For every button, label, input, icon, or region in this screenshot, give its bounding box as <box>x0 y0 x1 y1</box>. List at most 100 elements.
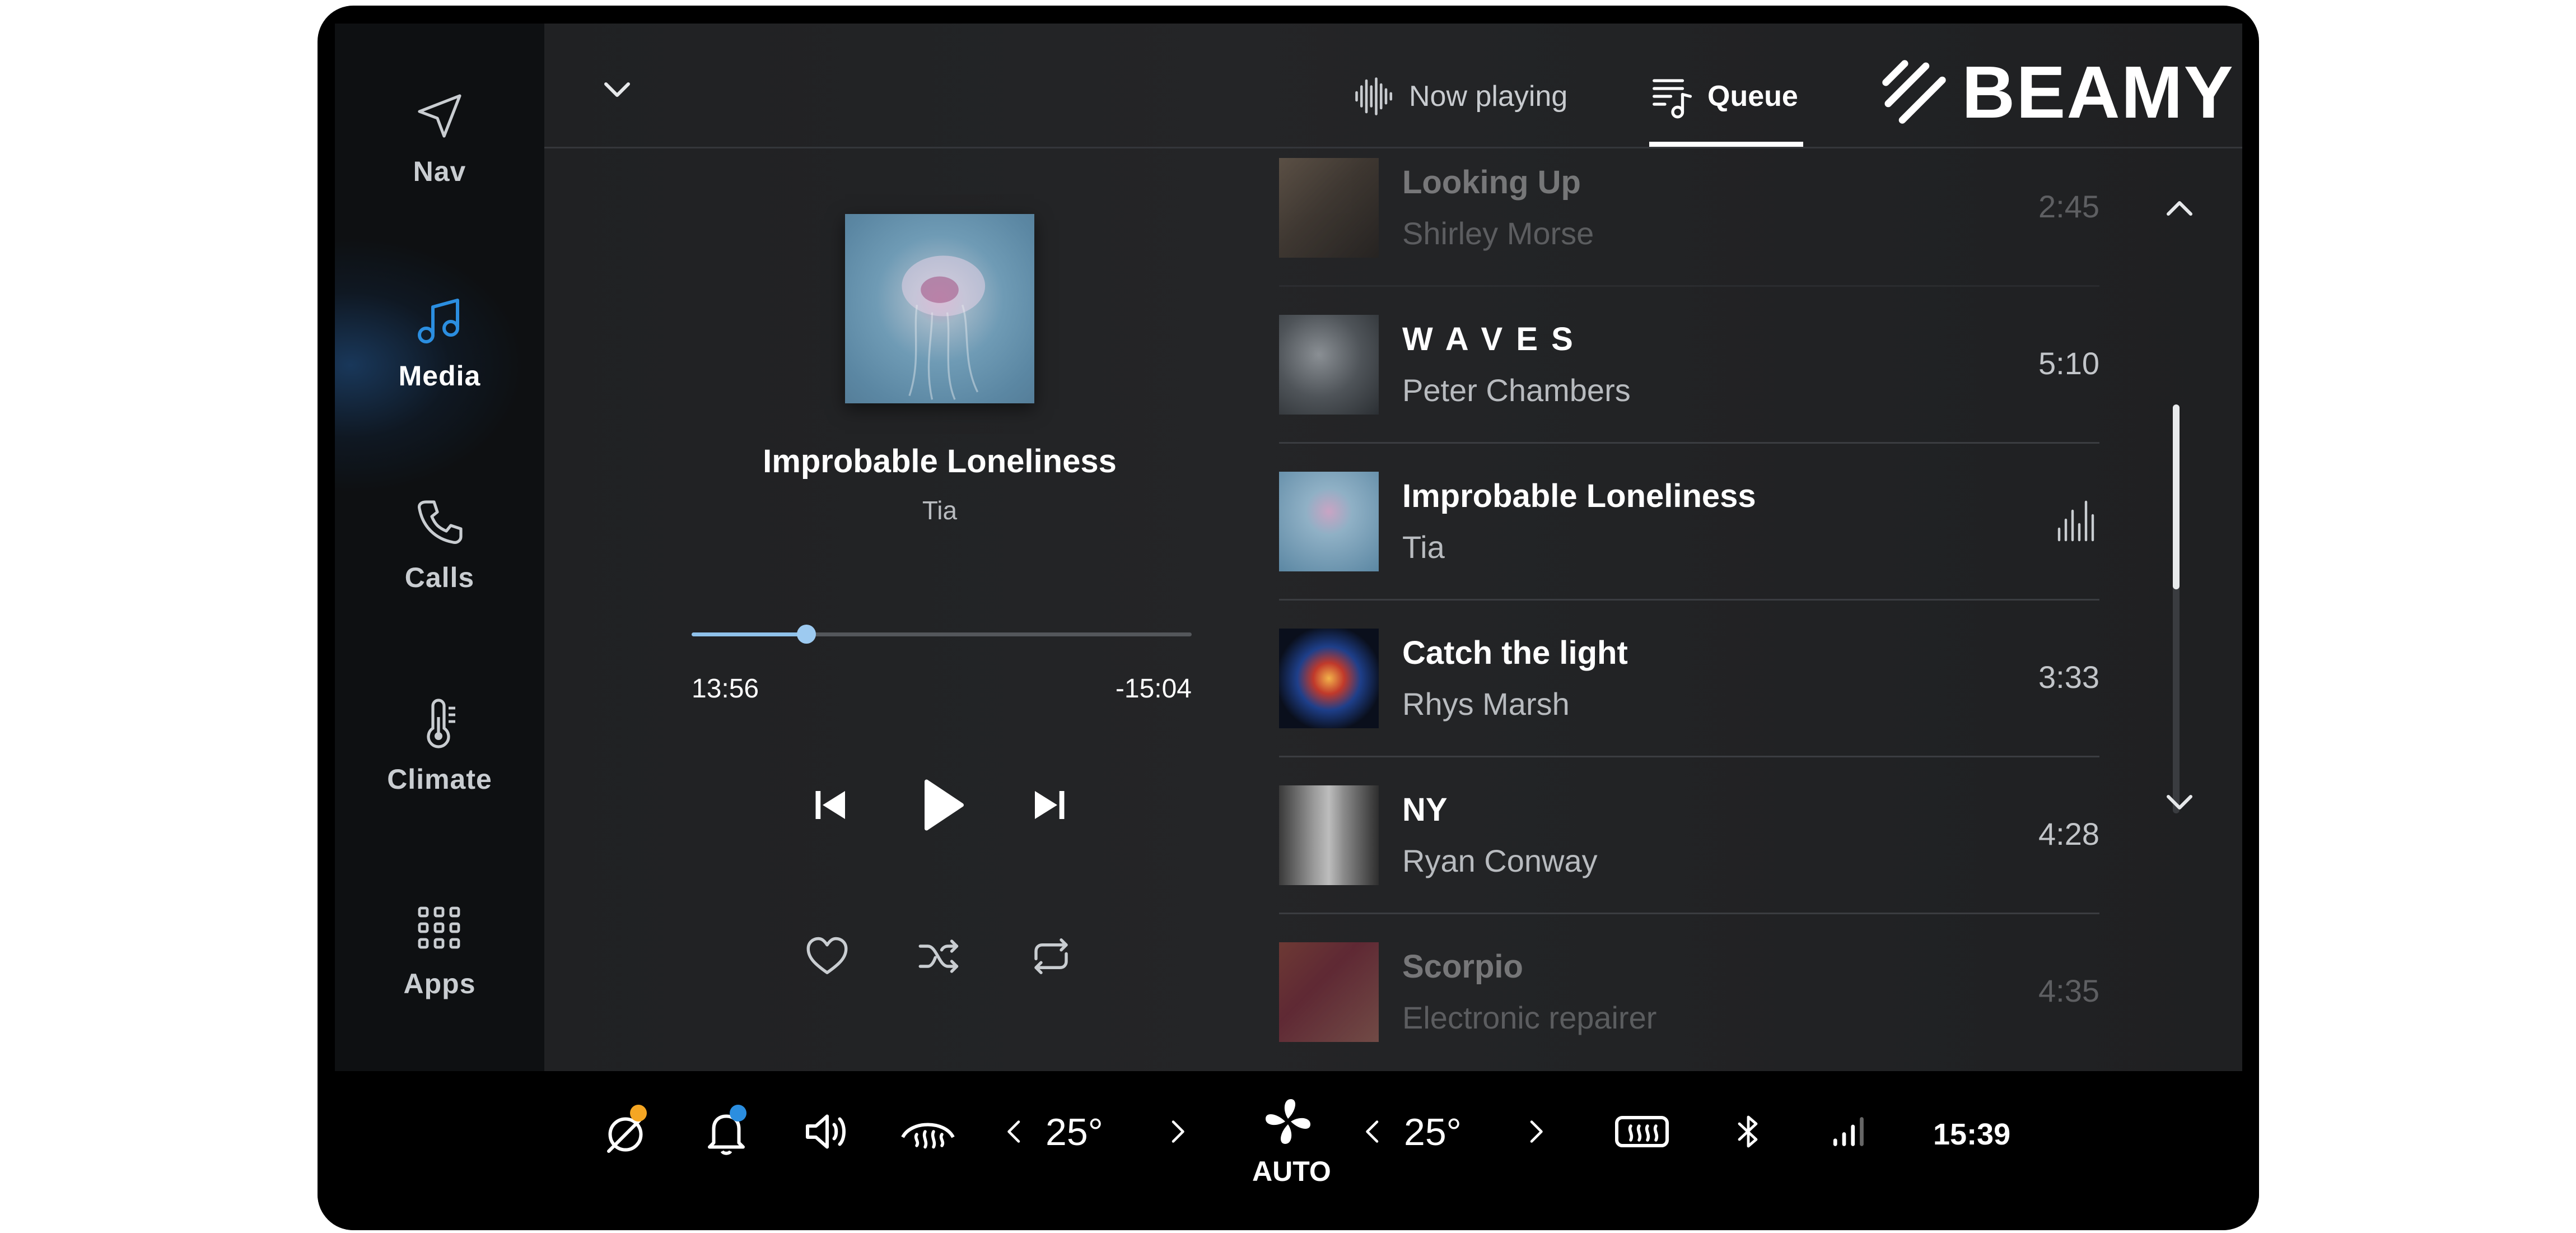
play-icon <box>925 779 964 831</box>
tab-now-playing[interactable]: Now playing <box>1351 57 1586 147</box>
chevron-right-icon <box>1530 1120 1543 1143</box>
fan-mode: AUTO <box>1252 1156 1331 1187</box>
queue-item-artist: Electronic repairer <box>1402 1000 1657 1035</box>
queue-item-artist: Rhys Marsh <box>1402 686 1570 722</box>
skip-previous-icon <box>815 791 845 819</box>
sidebar-item-media[interactable]: Media <box>335 278 544 407</box>
sidebar-item-climate[interactable]: Climate <box>335 682 544 811</box>
heart-icon <box>806 937 848 974</box>
tab-queue[interactable]: Queue <box>1649 57 1803 147</box>
signal-strength <box>1824 1098 1874 1165</box>
queue-item-playing[interactable]: Improbable Loneliness Tia <box>1279 444 2099 601</box>
fan-icon <box>1266 1099 1310 1144</box>
previous-track-button[interactable] <box>803 777 859 833</box>
chevron-right-icon <box>1172 1120 1184 1143</box>
status-dot <box>730 1105 746 1122</box>
front-defrost-button[interactable] <box>897 1098 959 1165</box>
right-temp-increase-button[interactable] <box>1516 1098 1555 1165</box>
left-temperature: 25° <box>1046 1111 1103 1153</box>
chevron-up-icon <box>2167 201 2192 216</box>
left-temp-decrease-button[interactable] <box>995 1098 1034 1165</box>
progress-handle[interactable] <box>797 625 816 644</box>
queue-item[interactable]: Catch the light Rhys Marsh 3:33 <box>1279 601 2099 757</box>
main-area: Now playing Queue BEAMY Improbable Lonel… <box>544 24 2242 1071</box>
sidebar-item-apps[interactable]: Apps <box>335 886 544 1015</box>
favorite-button[interactable] <box>802 931 852 981</box>
sidebar-item-calls[interactable]: Calls <box>335 480 544 609</box>
album-thumbnail <box>1279 629 1379 728</box>
album-thumbnail <box>1279 472 1379 571</box>
scroll-down-button[interactable] <box>2157 780 2202 825</box>
sidebar-item-label: Calls <box>404 562 475 593</box>
queue-item-artist: Tia <box>1402 529 1445 565</box>
right-temp-decrease-button[interactable] <box>1354 1098 1393 1165</box>
chevron-left-icon <box>1007 1120 1020 1143</box>
queue-item-duration: 4:35 <box>2038 973 2099 1008</box>
volume-icon <box>806 1114 846 1149</box>
thermometer-icon <box>427 699 455 748</box>
repeat-button[interactable] <box>1026 931 1076 981</box>
status-dot <box>630 1105 647 1122</box>
progress-fill <box>692 632 807 636</box>
scrollbar-thumb[interactable] <box>2173 404 2180 589</box>
left-temp-increase-button[interactable] <box>1158 1098 1197 1165</box>
music-note-icon <box>418 299 459 343</box>
elapsed-time: 13:56 <box>692 674 759 704</box>
sidebar: Nav Media Calls Climate Apps <box>335 24 544 1071</box>
tab-active-indicator <box>1649 142 1803 147</box>
rear-defrost-icon <box>1615 1116 1669 1147</box>
sidebar-item-label: Apps <box>403 968 476 999</box>
screen: Nav Media Calls Climate Apps Now playing… <box>335 24 2242 1071</box>
album-thumbnail <box>1279 942 1379 1042</box>
queue-item[interactable]: Scorpio Electronic repairer 4:35 <box>1279 914 2099 1071</box>
album-thumbnail <box>1279 158 1379 258</box>
volume-button[interactable] <box>799 1098 855 1165</box>
queue-item-title: Scorpio <box>1402 948 1523 985</box>
front-defrost-icon <box>901 1123 955 1149</box>
queue-item-title: NY <box>1402 792 1448 828</box>
scroll-up-button[interactable] <box>2157 186 2202 231</box>
tab-label: Queue <box>1707 80 1798 113</box>
sidebar-item-label: Nav <box>413 156 466 187</box>
disconnected-button[interactable] <box>598 1098 654 1165</box>
queue-item-duration: 3:33 <box>2038 659 2099 695</box>
queue-item-duration: 2:45 <box>2038 189 2099 224</box>
shuffle-button[interactable] <box>914 931 964 981</box>
progress-bar[interactable] <box>692 625 1192 644</box>
shuffle-icon <box>918 939 959 973</box>
collapse-button[interactable] <box>595 67 640 112</box>
equalizer-icon <box>2057 500 2094 542</box>
remaining-time: -15:04 <box>1115 674 1192 704</box>
fan-button[interactable] <box>1260 1094 1316 1150</box>
play-button[interactable] <box>901 766 979 844</box>
queue-item-title: Catch the light <box>1402 635 1628 671</box>
queue-item-duration: 5:10 <box>2038 346 2099 381</box>
sidebar-item-nav[interactable]: Nav <box>335 74 544 203</box>
sidebar-item-label: Climate <box>387 764 492 795</box>
chevron-down-icon <box>604 82 630 97</box>
queue-item[interactable]: NY Ryan Conway 4:28 <box>1279 757 2099 914</box>
car-display: Nav Media Calls Climate Apps Now playing… <box>318 6 2259 1230</box>
scrollbar[interactable] <box>2173 404 2180 813</box>
bluetooth-icon <box>1738 1115 1758 1148</box>
queue-icon <box>1653 79 1692 119</box>
bottom-bar: 25° AUTO 25° 15:39 <box>318 1071 2259 1230</box>
queue-item-artist: Ryan Conway <box>1402 843 1598 878</box>
now-playing-artist: Tia <box>922 496 958 525</box>
bluetooth-button[interactable] <box>1726 1098 1771 1165</box>
waveform-icon <box>1355 77 1393 115</box>
logo-text: BEAMY <box>1962 50 2234 133</box>
album-thumbnail <box>1279 785 1379 885</box>
notifications-button[interactable] <box>698 1098 754 1165</box>
rear-defrost-button[interactable] <box>1611 1098 1673 1165</box>
queue-item-artist: Peter Chambers <box>1402 373 1631 408</box>
queue-item-title: W A V E S <box>1402 321 1575 357</box>
now-playing-title: Improbable Loneliness <box>763 443 1117 480</box>
next-track-button[interactable] <box>1021 777 1077 833</box>
beamy-logo-icon <box>1882 60 1946 124</box>
queue-item[interactable]: W A V E S Peter Chambers 5:10 <box>1279 287 2099 444</box>
tab-label: Now playing <box>1409 80 1568 113</box>
brand-logo: BEAMY <box>1879 50 2234 133</box>
clock: 15:39 <box>1933 1118 2011 1151</box>
queue-item[interactable]: Looking Up Shirley Morse 2:45 <box>1279 147 2099 287</box>
